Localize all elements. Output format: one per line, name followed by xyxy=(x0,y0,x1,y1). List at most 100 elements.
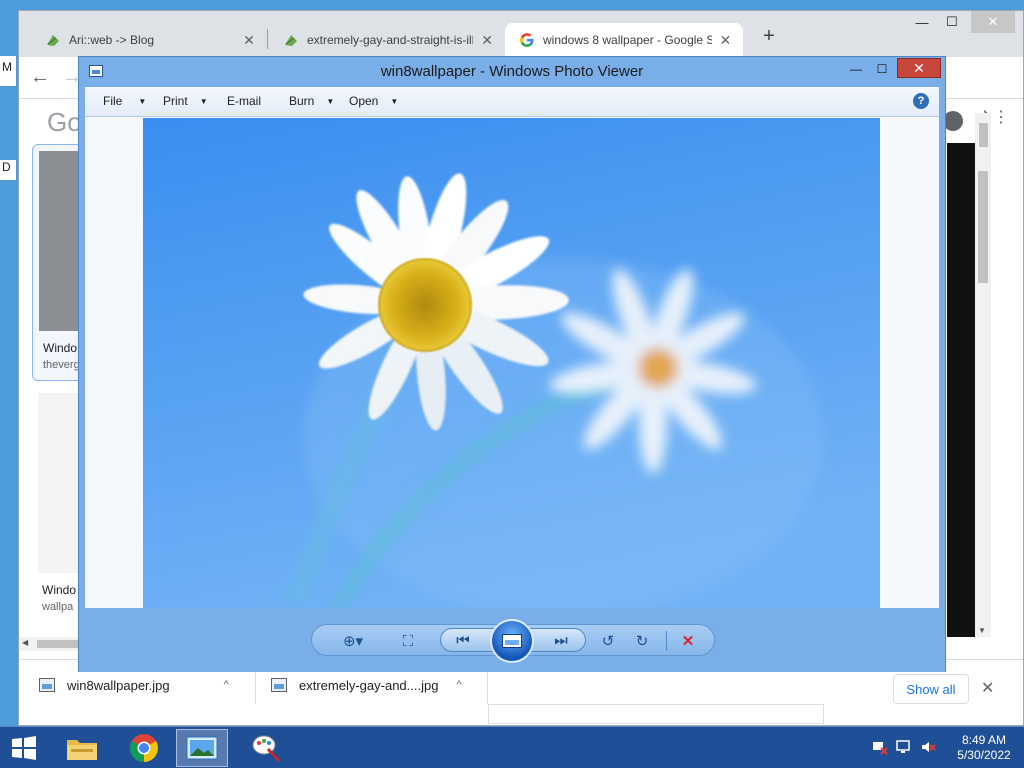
dropdown-arrow-icon: ▼ xyxy=(326,96,335,106)
scrollbar-thumb[interactable] xyxy=(37,640,79,648)
clock-date: 5/30/2022 xyxy=(957,748,1011,762)
scrollbar-thumb[interactable] xyxy=(979,123,988,147)
photo-viewer-window: win8wallpaper - Windows Photo Viewer — ☐… xyxy=(78,56,946,672)
vertical-scrollbar[interactable]: ▼ xyxy=(975,113,991,637)
menu-burn[interactable]: Burn ▼ xyxy=(289,94,334,108)
image-result-card[interactable]: Windo theverg xyxy=(32,144,84,381)
download-item[interactable]: extremely-gay-and....jpg ^ xyxy=(271,672,462,698)
download-filename: extremely-gay-and....jpg xyxy=(299,677,439,693)
tab-title: windows 8 wallpaper - Google Se xyxy=(543,33,712,47)
actual-size-icon[interactable]: ⛶ xyxy=(396,631,420,651)
next-button[interactable]: ⏭ xyxy=(549,630,573,650)
title-bar[interactable]: win8wallpaper - Windows Photo Viewer — ☐… xyxy=(79,57,945,87)
tab-close-icon[interactable]: ✕ xyxy=(241,32,257,49)
download-filename: win8wallpaper.jpg xyxy=(67,677,170,693)
tab-strip: Ari::web -> Blog ✕ extremely-gay-and-str… xyxy=(19,11,1023,57)
menu-open[interactable]: Open ▼ xyxy=(349,94,398,108)
paint-icon xyxy=(252,735,281,763)
close-downloads-icon[interactable]: ✕ xyxy=(981,678,994,698)
result-source: wallpa xyxy=(42,601,74,613)
monitor-icon[interactable] xyxy=(896,739,912,755)
slideshow-button[interactable] xyxy=(490,619,534,663)
show-all-button[interactable]: Show all xyxy=(893,674,969,704)
chrome-maximize-button[interactable]: ☐ xyxy=(937,11,967,33)
daisy-wallpaper-image[interactable] xyxy=(143,118,880,608)
scrollbar-thumb[interactable] xyxy=(978,171,988,283)
menu-label: Print xyxy=(163,94,188,108)
account-icon[interactable] xyxy=(943,111,963,131)
chevron-up-icon[interactable]: ^ xyxy=(456,679,461,691)
image-result-card[interactable]: Windo wallpa xyxy=(38,393,82,633)
taskbar-file-explorer[interactable] xyxy=(56,729,108,767)
rotate-clockwise-icon[interactable]: ↻ xyxy=(630,631,654,651)
delete-icon[interactable]: ✕ xyxy=(676,631,700,651)
tab-close-icon[interactable]: ✕ xyxy=(718,32,733,49)
window-title: win8wallpaper - Windows Photo Viewer xyxy=(380,63,644,80)
menu-label: Open xyxy=(349,94,379,108)
taskbar: 8:49 AM 5/30/2022 xyxy=(0,726,1024,768)
tab-close-icon[interactable]: ✕ xyxy=(479,32,495,49)
desktop-icon-label[interactable]: M xyxy=(0,56,16,86)
horizontal-scrollbar[interactable]: ◀ xyxy=(19,637,79,651)
dropdown-arrow-icon: ▼ xyxy=(390,96,399,106)
rotate-counterclockwise-icon[interactable]: ↺ xyxy=(596,631,620,651)
chevron-up-icon[interactable]: ^ xyxy=(224,679,229,691)
chrome-icon xyxy=(130,734,158,762)
download-divider xyxy=(255,670,256,704)
image-file-icon xyxy=(271,678,287,692)
clock-time: 8:49 AM xyxy=(961,733,1007,747)
toolbar-divider xyxy=(666,631,667,651)
help-icon[interactable]: ? xyxy=(913,93,929,109)
new-tab-button[interactable]: + xyxy=(757,25,781,49)
system-clock[interactable]: 8:49 AM 5/30/2022 xyxy=(948,733,1020,763)
volume-muted-icon[interactable] xyxy=(920,739,936,755)
taskbar-chrome[interactable] xyxy=(118,729,170,767)
minimize-button[interactable]: — xyxy=(843,59,869,79)
network-icon[interactable] xyxy=(872,739,888,755)
tab-extremely-gay[interactable]: extremely-gay-and-straight-is-ill ✕ xyxy=(269,23,505,57)
tab-title: extremely-gay-and-straight-is-ill xyxy=(307,33,474,47)
scroll-down-arrow[interactable]: ▼ xyxy=(978,626,986,635)
menu-label: File xyxy=(103,94,123,108)
menu-print[interactable]: Print ▼ xyxy=(163,94,208,108)
google-logo[interactable]: Go xyxy=(47,107,82,138)
result-title: Windo xyxy=(43,341,78,355)
maximize-button[interactable]: ☐ xyxy=(869,59,895,79)
photo-viewer-icon xyxy=(186,736,218,760)
windows-start-icon[interactable] xyxy=(6,733,42,763)
taskbar-photo-viewer[interactable] xyxy=(176,729,228,767)
tab-ariweb-blog[interactable]: Ari::web -> Blog ✕ xyxy=(31,23,267,57)
tab-google-search[interactable]: windows 8 wallpaper - Google Se ✕ xyxy=(505,23,743,57)
playback-controls: ⊕▾ ⛶ ⏮ ⏭ ↺ ↻ ✕ xyxy=(79,608,945,672)
back-button[interactable]: ← xyxy=(27,65,53,91)
desktop-icon-label[interactable]: D xyxy=(0,160,16,180)
result-thumbnail[interactable] xyxy=(38,393,78,573)
image-file-icon xyxy=(39,678,55,692)
menu-file[interactable]: File ▼ xyxy=(103,94,146,108)
download-divider xyxy=(487,670,488,704)
menu-label: Burn xyxy=(289,94,315,108)
folder-icon xyxy=(67,740,97,760)
result-source: theverg xyxy=(43,359,80,371)
menu-label: E-mail xyxy=(227,94,262,108)
menu-email[interactable]: E-mail xyxy=(227,94,261,108)
control-bar: ⊕▾ ⛶ ⏮ ⏭ ↺ ↻ ✕ xyxy=(311,619,715,663)
leaf-favicon-icon xyxy=(285,35,297,46)
menu-bar: File ▼ Print ▼ E-mail Burn ▼ Open ▼ ? xyxy=(85,87,939,117)
download-item[interactable]: win8wallpaper.jpg ^ xyxy=(39,672,229,698)
previous-button[interactable]: ⏮ xyxy=(451,630,475,650)
result-title: Windo xyxy=(42,583,77,597)
tab-title: Ari::web -> Blog xyxy=(69,33,155,47)
taskbar-paint[interactable] xyxy=(240,729,292,767)
zoom-icon[interactable]: ⊕▾ xyxy=(336,631,370,651)
scroll-left-arrow[interactable]: ◀ xyxy=(22,638,28,647)
close-button[interactable]: ✕ xyxy=(897,58,941,78)
chrome-minimize-button[interactable]: — xyxy=(907,11,937,33)
dropdown-arrow-icon: ▼ xyxy=(138,96,147,106)
system-tray xyxy=(872,739,936,755)
dropdown-arrow-icon: ▼ xyxy=(199,96,208,106)
preview-panel xyxy=(947,143,975,637)
background-window-strip xyxy=(488,704,824,724)
slideshow-icon xyxy=(502,634,522,648)
chrome-close-button[interactable]: ✕ xyxy=(971,11,1015,33)
